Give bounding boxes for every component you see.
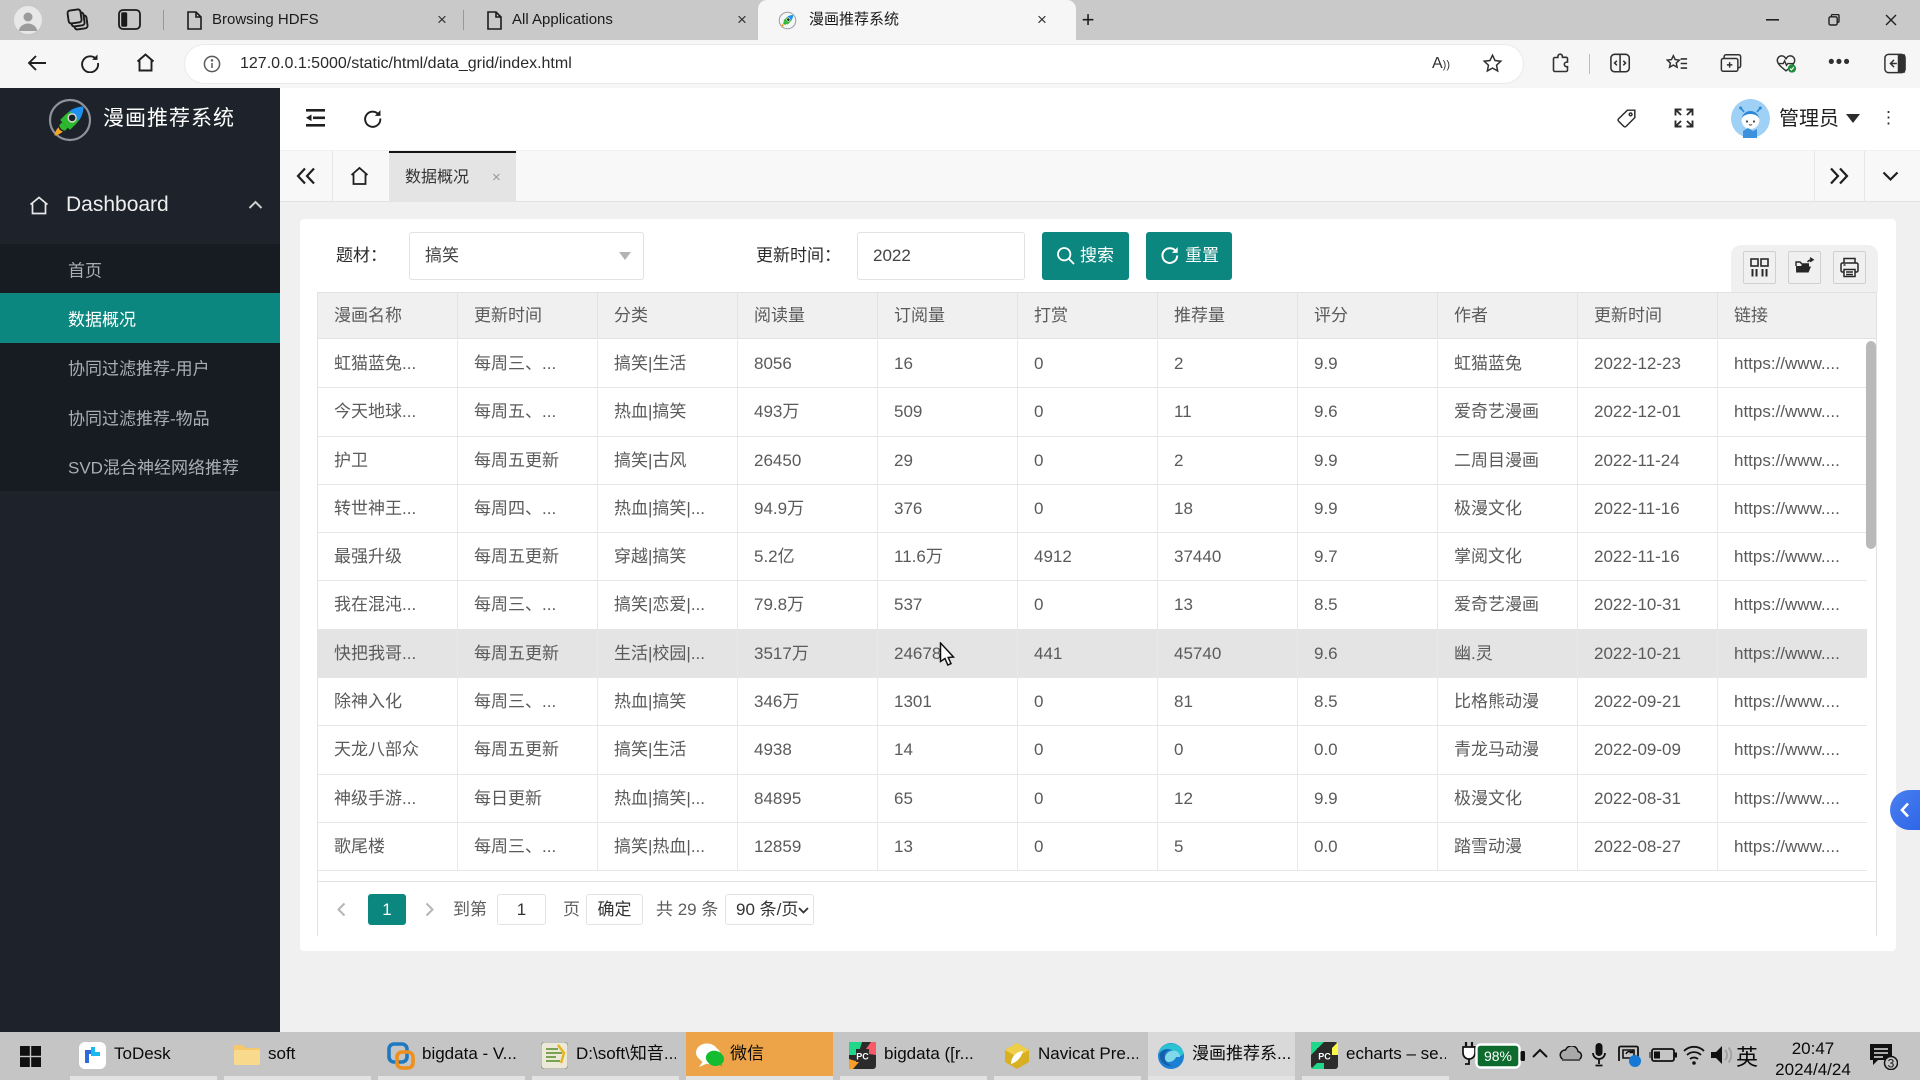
svg-text:3: 3 [1888,1057,1895,1071]
svg-text:PC: PC [1318,1052,1331,1062]
svg-text:PC: PC [856,1052,869,1062]
svg-text:98%: 98% [1484,1048,1512,1064]
